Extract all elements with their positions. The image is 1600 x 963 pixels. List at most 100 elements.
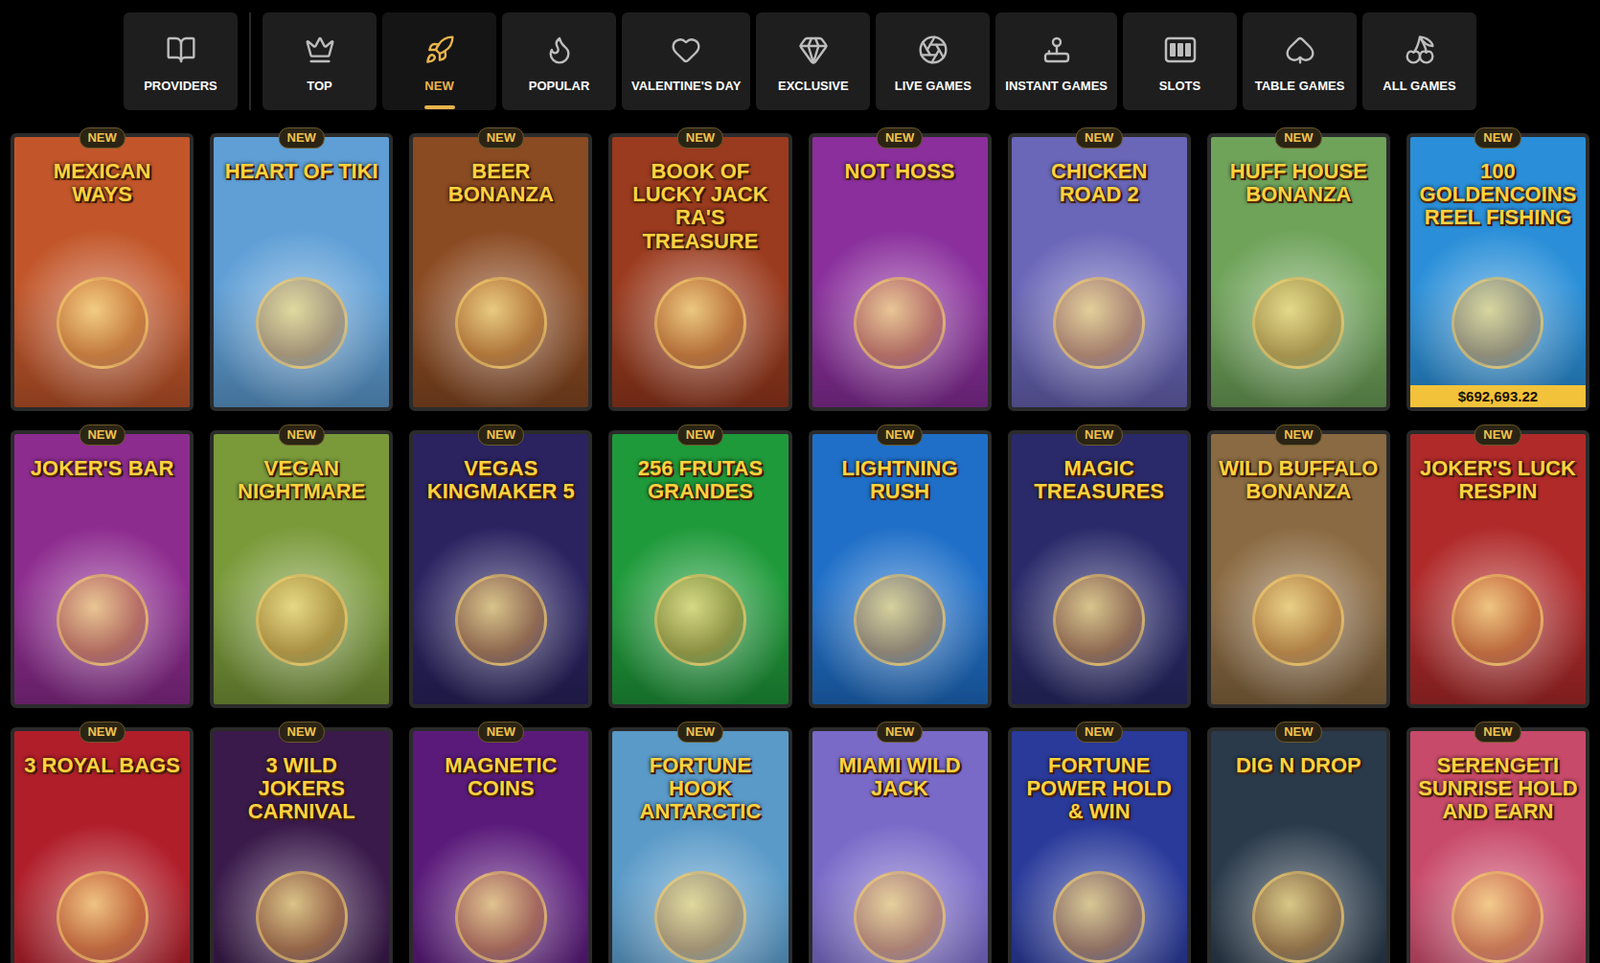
game-card[interactable]: NEWMIAMI WILD JACK — [808, 727, 992, 963]
nav-divider — [249, 12, 252, 111]
new-badge: NEW — [1474, 424, 1521, 446]
game-title: MAGNETIC COINS — [412, 754, 589, 800]
game-card[interactable]: NEWMAGNETIC COINS — [409, 727, 593, 963]
new-badge: NEW — [278, 424, 325, 446]
game-title: 3 ROYAL BAGS — [16, 754, 188, 778]
diamond-icon — [798, 34, 829, 66]
game-title: FORTUNE HOOK ANTARCTIC — [612, 754, 788, 824]
game-title: VEGAN NIGHTMARE — [213, 457, 389, 503]
game-card[interactable]: NEWJOKER'S LUCK RESPIN — [1406, 430, 1590, 709]
game-card[interactable]: NEWCHICKEN ROAD 2 — [1007, 133, 1191, 412]
category-tab[interactable]: NEW — [382, 12, 497, 111]
game-art — [654, 573, 747, 666]
heart-icon — [670, 34, 702, 66]
category-tab[interactable]: INSTANT GAMES — [995, 12, 1118, 111]
category-nav: PROVIDERSTOPNEW POPULAR VALENTINE'S DAY EXC… — [0, 0, 1600, 111]
book-icon — [165, 34, 197, 66]
game-title: WILD BUFFALO BONANZA — [1211, 457, 1387, 503]
game-title: HEART OF TIKI — [217, 160, 387, 183]
game-title: MIAMI WILD JACK — [812, 754, 988, 800]
tab-label: INSTANT GAMES — [1005, 78, 1108, 93]
active-indicator — [424, 105, 456, 110]
game-card[interactable]: NEWMAGIC TREASURES — [1007, 430, 1191, 709]
game-art — [56, 573, 149, 666]
tab-label: EXCLUSIVE — [777, 78, 849, 93]
category-tab[interactable]: POPULAR — [502, 12, 617, 111]
game-title: 100 GOLDENCOINS REEL FISHING — [1410, 160, 1586, 230]
game-card[interactable]: NEWBEER BONANZA — [409, 133, 593, 412]
game-title: 3 WILD JOKERS CARNIVAL — [213, 754, 389, 824]
game-card[interactable]: NEWNOT HOSS — [808, 133, 992, 412]
new-badge: NEW — [78, 424, 125, 446]
providers-button[interactable]: PROVIDERS — [123, 12, 238, 111]
tab-label: ALL GAMES — [1382, 78, 1456, 93]
game-card[interactable]: NEWVEGAN NIGHTMARE — [209, 430, 393, 709]
tab-label: LIVE GAMES — [894, 78, 972, 93]
new-badge: NEW — [1075, 424, 1122, 446]
category-tab[interactable]: ALL GAMES — [1362, 12, 1477, 111]
new-badge: NEW — [478, 424, 525, 446]
tab-label: TABLE GAMES — [1255, 78, 1346, 93]
category-tab[interactable]: TABLE GAMES — [1242, 12, 1357, 111]
new-badge: NEW — [478, 127, 525, 149]
chip-icon — [917, 34, 949, 66]
new-badge: NEW — [1075, 721, 1122, 743]
new-badge: NEW — [1075, 127, 1122, 149]
new-badge: NEW — [1275, 721, 1322, 743]
category-tab[interactable]: TOP — [262, 12, 377, 111]
game-card[interactable]: NEWDIG N DROP — [1207, 727, 1391, 963]
flame-icon — [544, 34, 575, 66]
game-card[interactable]: NEWFORTUNE POWER HOLD & WIN — [1007, 727, 1191, 963]
game-card[interactable]: NEWFORTUNE HOOK ANTARCTIC — [608, 727, 792, 963]
game-title: MEXICAN WAYS — [14, 160, 190, 206]
game-art — [455, 870, 548, 963]
game-art — [1252, 276, 1345, 369]
game-art — [255, 573, 348, 666]
game-card[interactable]: NEWHEART OF TIKI — [209, 133, 393, 412]
game-art — [1052, 870, 1145, 963]
game-card[interactable]: NEW3 WILD JOKERS CARNIVAL — [209, 727, 393, 963]
rocket-icon — [424, 34, 456, 66]
tab-label: SLOTS — [1159, 78, 1201, 93]
game-card[interactable]: NEWJOKER'S BAR — [10, 430, 194, 709]
game-art — [1252, 573, 1345, 666]
category-tab[interactable]: VALENTINE'S DAY — [621, 12, 751, 111]
game-art — [1451, 870, 1544, 963]
cherry-icon — [1404, 34, 1436, 66]
game-title: DIG N DROP — [1228, 754, 1370, 778]
game-title: MAGIC TREASURES — [1011, 457, 1188, 503]
new-badge: NEW — [677, 721, 724, 743]
tab-label: POPULAR — [528, 78, 591, 93]
game-art — [56, 870, 149, 963]
game-card[interactable]: NEWVEGAS KINGMAKER 5 — [409, 430, 593, 709]
new-badge: NEW — [278, 721, 325, 743]
game-card[interactable]: NEW100 GOLDENCOINS REEL FISHING$692,693.… — [1406, 133, 1590, 412]
game-art — [1252, 870, 1345, 963]
new-badge: NEW — [677, 424, 724, 446]
new-badge: NEW — [876, 127, 923, 149]
game-art — [654, 276, 747, 369]
category-tab[interactable]: SLOTS — [1122, 12, 1237, 111]
game-art — [853, 870, 946, 963]
game-art — [56, 276, 149, 369]
game-card[interactable]: NEWHUFF HOUSE BONANZA — [1207, 133, 1391, 412]
game-card[interactable]: NEWWILD BUFFALO BONANZA — [1207, 430, 1391, 709]
game-card[interactable]: NEWLIGHTNING RUSH — [808, 430, 992, 709]
game-lobby: PROVIDERSTOPNEWPOPULARVALENTINE'S DAYEXC… — [0, 0, 1600, 963]
game-art — [255, 870, 348, 963]
game-card[interactable]: NEWMEXICAN WAYS — [10, 133, 194, 412]
new-badge: NEW — [78, 721, 125, 743]
game-card[interactable]: NEWBOOK OF LUCKY JACK RA'S TREASURE — [608, 133, 792, 412]
game-art — [853, 276, 946, 369]
game-card[interactable]: NEW256 FRUTAS GRANDES — [608, 430, 792, 709]
game-card[interactable]: NEWSERENGETI SUNRISE HOLD AND EARN — [1406, 727, 1590, 963]
category-tab[interactable]: LIVE GAMES — [875, 12, 990, 111]
card-icon — [1284, 34, 1316, 66]
game-title: JOKER'S LUCK RESPIN — [1410, 457, 1586, 503]
joystick-icon — [1041, 34, 1073, 66]
new-badge: NEW — [677, 127, 724, 149]
slots-icon — [1164, 35, 1197, 65]
game-art — [1052, 573, 1145, 666]
category-tab[interactable]: EXCLUSIVE — [755, 12, 870, 111]
game-card[interactable]: NEW3 ROYAL BAGS — [10, 727, 194, 963]
